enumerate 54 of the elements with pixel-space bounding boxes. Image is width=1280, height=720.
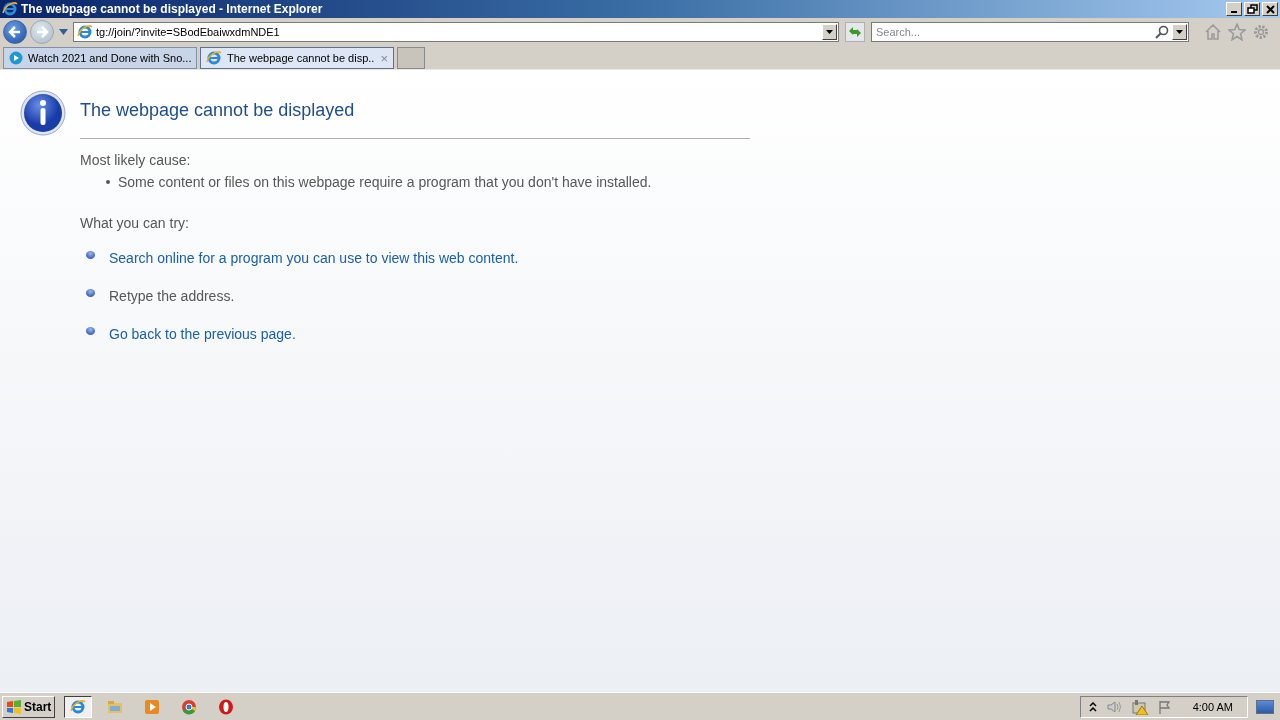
folder-icon bbox=[107, 698, 124, 715]
forward-arrow-icon bbox=[35, 25, 49, 39]
suggestion-link[interactable]: Search online for a program you can use to view this web content. bbox=[109, 250, 519, 266]
bullet-icon bbox=[106, 180, 110, 184]
back-button[interactable] bbox=[3, 20, 27, 44]
start-button[interactable]: Start bbox=[2, 695, 56, 718]
address-field[interactable]: tg://join/?invite=SBodEbaiwxdmNDE1 bbox=[73, 22, 839, 42]
bullet-icon bbox=[86, 289, 95, 297]
browser-tab[interactable]: Watch 2021 and Done with Sno... bbox=[3, 47, 197, 69]
back-arrow-icon bbox=[8, 25, 22, 39]
suggestion-text: Retype the address. bbox=[109, 288, 235, 304]
close-icon bbox=[1263, 2, 1277, 16]
browser-tab[interactable]: The webpage cannot be disp... × bbox=[200, 47, 394, 69]
windows-logo-icon bbox=[6, 699, 22, 714]
caret-icon bbox=[1176, 30, 1183, 34]
browser-logo-icon bbox=[2, 1, 18, 17]
close-button[interactable] bbox=[1262, 2, 1278, 16]
bullet-icon bbox=[86, 251, 95, 259]
taskbar-app-button[interactable] bbox=[64, 695, 93, 718]
tab-label: The webpage cannot be disp... bbox=[227, 52, 376, 64]
bullet-icon bbox=[86, 327, 95, 335]
address-dropdown-button[interactable] bbox=[822, 24, 837, 40]
browser-icon bbox=[70, 698, 87, 715]
search-icon[interactable] bbox=[1155, 25, 1169, 39]
refresh-button[interactable] bbox=[845, 22, 865, 42]
play-icon bbox=[9, 51, 23, 65]
clock[interactable]: 4:00 AM bbox=[1192, 700, 1233, 713]
restore-button[interactable] bbox=[1244, 2, 1260, 16]
chrome-icon bbox=[181, 698, 198, 715]
tab-label: Watch 2021 and Done with Sno... bbox=[28, 52, 191, 64]
caret-icon bbox=[826, 30, 833, 34]
cause-text: Some content or files on this webpage require a program that you don't have installed. bbox=[118, 174, 652, 190]
minimize-button[interactable] bbox=[1226, 2, 1242, 16]
search-field[interactable]: Search... bbox=[871, 22, 1189, 42]
page-icon bbox=[206, 50, 222, 66]
suggestion-link[interactable]: Go back to the previous page. bbox=[109, 326, 296, 342]
minimize-icon bbox=[1231, 11, 1237, 13]
opera-icon bbox=[218, 698, 235, 715]
section-label: Most likely cause: bbox=[80, 152, 192, 168]
page-heading: The webpage cannot be displayed bbox=[80, 100, 356, 121]
star-icon[interactable] bbox=[1228, 23, 1246, 41]
dropdown-caret-icon[interactable] bbox=[59, 29, 68, 35]
window-title: The webpage cannot be displayed - Internet Explorer bbox=[21, 2, 323, 16]
info-icon bbox=[20, 90, 66, 136]
network-warning-icon[interactable] bbox=[1130, 698, 1149, 715]
restore-icon bbox=[1245, 2, 1259, 16]
section-label: What you can try: bbox=[80, 215, 190, 231]
flag-icon[interactable] bbox=[1157, 699, 1172, 714]
page-icon bbox=[77, 24, 93, 40]
show-desktop-button[interactable] bbox=[1256, 699, 1274, 714]
chevron-up-icon[interactable] bbox=[1088, 701, 1097, 712]
media-player-icon bbox=[144, 698, 161, 715]
search-dropdown-button[interactable] bbox=[1172, 24, 1187, 40]
refresh-icon bbox=[848, 26, 862, 38]
